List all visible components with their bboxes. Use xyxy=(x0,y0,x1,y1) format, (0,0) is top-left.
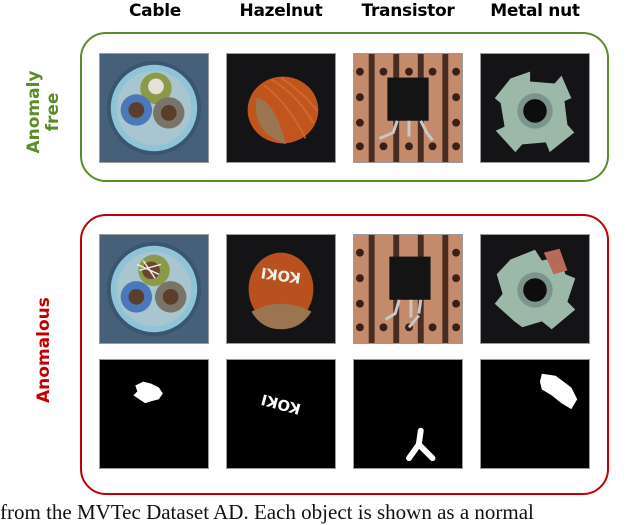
figure-caption: from the MVTec Dataset AD. Each object i… xyxy=(0,500,534,524)
column-header-transistor: Transistor xyxy=(361,1,455,21)
column-header-hazelnut: Hazelnut xyxy=(239,1,323,21)
anomaly-free-label-line1: Anomaly xyxy=(24,70,44,154)
cable-anomalous-image xyxy=(99,234,209,344)
column-header-metal-nut: Metal nut xyxy=(490,1,580,21)
cable-defect-mask xyxy=(99,359,209,469)
transistor-anomalous-image xyxy=(353,234,463,344)
anomaly-free-label-line2: free xyxy=(43,92,63,132)
anomaly-free-label: Anomaly free xyxy=(24,62,65,162)
cable-normal-image xyxy=(99,53,209,163)
transistor-normal-image xyxy=(353,53,463,163)
hazelnut-defect-mask: KOKI xyxy=(226,359,336,469)
metal-nut-normal-image xyxy=(480,53,590,163)
anomalous-label: Anomalous xyxy=(34,297,54,403)
metal-nut-anomalous-image xyxy=(480,234,590,344)
column-header-cable: Cable xyxy=(129,1,181,21)
metal-nut-defect-mask xyxy=(480,359,590,469)
hazelnut-anomalous-image: KOKI xyxy=(226,234,336,344)
transistor-defect-mask xyxy=(353,359,463,469)
hazelnut-normal-image xyxy=(226,53,336,163)
